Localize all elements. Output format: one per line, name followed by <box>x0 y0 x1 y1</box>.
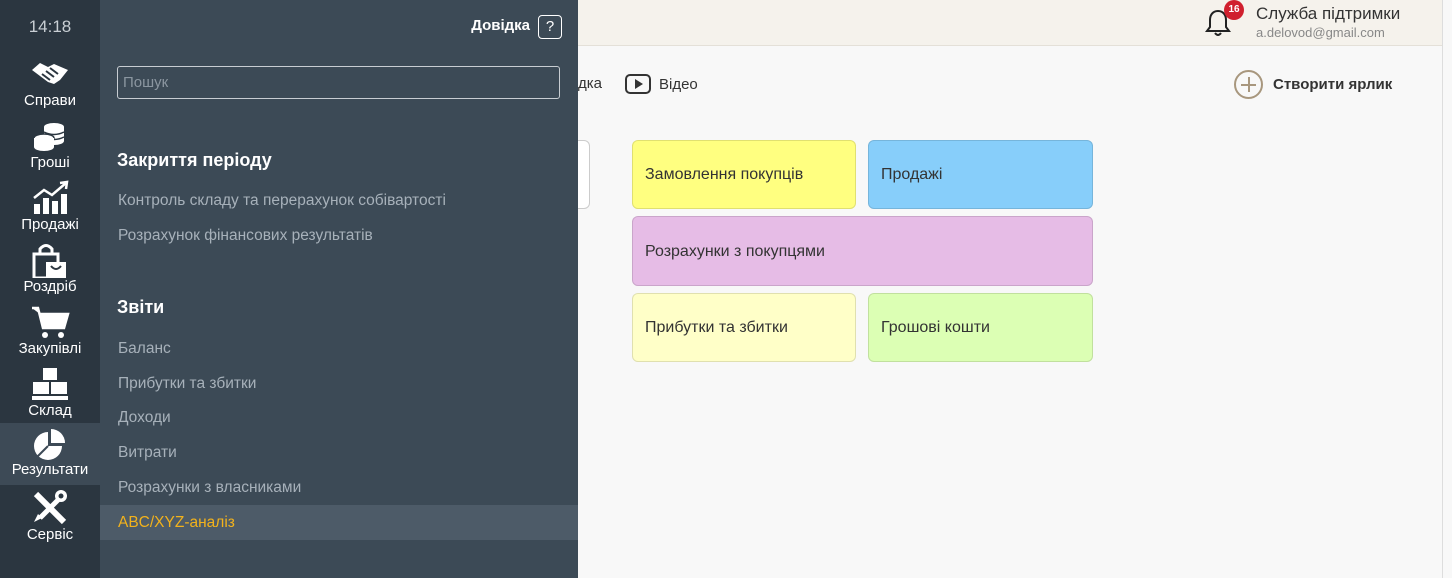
handshake-icon <box>32 63 68 84</box>
menu-item-profit-loss[interactable]: Прибутки та збитки <box>100 366 578 401</box>
help-icon[interactable]: ? <box>538 15 562 39</box>
menu-item-expenses[interactable]: Витрати <box>100 435 578 470</box>
nav-label: Справи <box>24 92 76 109</box>
nav-item-results[interactable]: Результати <box>0 423 100 485</box>
support-email: a.delovod@gmail.com <box>1256 25 1385 40</box>
create-shortcut-button[interactable]: Створити ярлик <box>1234 70 1392 99</box>
results-menu-panel: Довідка ? Закриття періоду Контроль скла… <box>100 0 578 578</box>
menu-item-balance[interactable]: Баланс <box>100 331 578 366</box>
tile-sales[interactable]: Продажі <box>868 140 1093 209</box>
nav-label: Закупівлі <box>18 340 82 357</box>
nav-item-affairs[interactable]: Справи <box>0 54 100 116</box>
nav-item-money[interactable]: Гроші <box>0 116 100 178</box>
nav-item-service[interactable]: Сервіс <box>0 488 100 550</box>
tile-cash[interactable]: Грошові кошти <box>868 293 1093 362</box>
nav-item-retail[interactable]: Роздріб <box>0 240 100 302</box>
section-period-closing: Закриття періоду <box>117 150 272 170</box>
boxes-icon <box>32 368 68 400</box>
coins-icon <box>33 123 65 151</box>
tile-customer-settlements[interactable]: Розрахунки з покупцями <box>632 216 1093 286</box>
menu-item-financial-results[interactable]: Розрахунок фінансових результатів <box>100 218 578 253</box>
nav-label: Роздріб <box>23 278 77 295</box>
video-link[interactable]: Відео <box>625 73 698 95</box>
tools-icon <box>33 490 67 525</box>
create-shortcut-label: Створити ярлик <box>1273 76 1393 93</box>
menu-item-stock-control[interactable]: Контроль складу та перерахунок собіварто… <box>100 183 578 218</box>
tile-profit-loss[interactable]: Прибутки та збитки <box>632 293 856 362</box>
menu-item-abc-xyz[interactable]: ABC/XYZ-аналіз <box>100 505 578 540</box>
plus-circle-icon <box>1234 70 1263 99</box>
section-reports: Звіти <box>117 297 165 317</box>
nav-item-sales[interactable]: Продажі <box>0 178 100 240</box>
search-input[interactable] <box>117 66 560 99</box>
nav-item-warehouse[interactable]: Склад <box>0 364 100 426</box>
scrollbar[interactable] <box>1442 0 1452 578</box>
nav-label: Склад <box>28 402 72 419</box>
notification-badge[interactable]: 16 <box>1224 0 1244 20</box>
nav-label: Продажі <box>21 216 79 233</box>
support-name[interactable]: Служба підтримки <box>1256 4 1400 24</box>
nav-label: Результати <box>11 461 89 478</box>
clock: 14:18 <box>28 17 72 36</box>
shopping-bag-icon <box>32 244 66 278</box>
cart-icon <box>32 306 70 338</box>
pie-chart-icon <box>34 429 65 460</box>
tile-customer-orders[interactable]: Замовлення покупців <box>632 140 856 209</box>
nav-item-purchases[interactable]: Закупівлі <box>0 302 100 364</box>
menu-item-income[interactable]: Доходи <box>100 400 578 435</box>
sales-chart-icon <box>33 180 69 214</box>
menu-item-owner-settlements[interactable]: Розрахунки з власниками <box>100 470 578 505</box>
main-sidebar: 14:18 Справи Гроші Продажі Роздріб Закуп… <box>0 0 100 578</box>
video-label: Відео <box>659 75 698 93</box>
help-label[interactable]: Довідка <box>471 17 530 34</box>
play-icon <box>625 74 651 94</box>
nav-label: Гроші <box>30 154 70 171</box>
nav-label: Сервіс <box>26 526 74 543</box>
help-link[interactable]: дка <box>578 75 602 92</box>
